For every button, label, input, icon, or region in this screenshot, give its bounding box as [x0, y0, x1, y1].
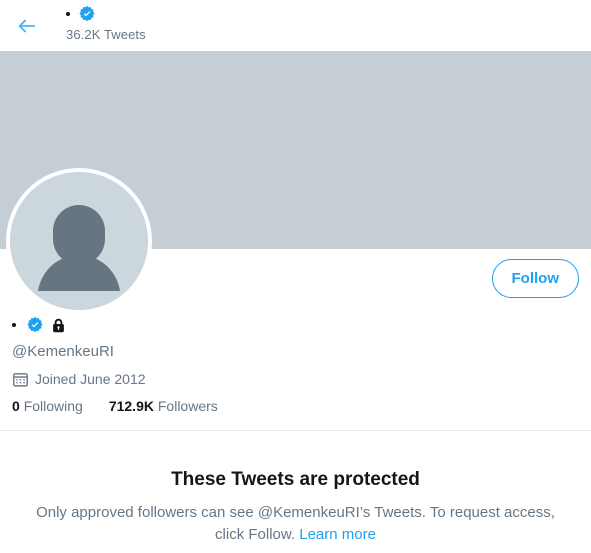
- verified-badge-icon: [26, 316, 44, 334]
- profile-handle: @KemenkeuRI: [12, 343, 114, 360]
- followers-stat[interactable]: 712.9K Followers: [109, 398, 218, 414]
- protected-notice-body: Only approved followers can see @Kemenke…: [26, 502, 566, 546]
- back-button[interactable]: [11, 10, 43, 42]
- header-name-row: [66, 4, 146, 24]
- display-name-placeholder-dot: [66, 12, 70, 16]
- profile-stats-row: 0 Following 712.9K Followers: [12, 398, 532, 414]
- avatar[interactable]: [6, 168, 152, 314]
- display-name-placeholder-dot: [12, 323, 16, 327]
- joined-date-label: Joined June 2012: [35, 371, 146, 387]
- back-arrow-icon: [16, 15, 38, 37]
- protected-notice-title: These Tweets are protected: [171, 469, 420, 490]
- joined-date-row: Joined June 2012: [12, 370, 532, 388]
- follow-button[interactable]: Follow: [491, 259, 579, 298]
- followers-count: 712.9K: [108, 398, 154, 414]
- protected-notice-text: Only approved followers can see @Kemenke…: [36, 504, 555, 543]
- calendar-icon: [12, 371, 29, 388]
- following-label: Following: [23, 398, 83, 414]
- profile-info-block: @KemenkeuRI Joined June 2012 0 Following…: [12, 314, 532, 414]
- twitter-profile-page: 36.2K Tweets Follow @KemenkeuRI Joined J…: [0, 0, 591, 553]
- followers-label: Followers: [157, 398, 218, 414]
- section-divider: [0, 430, 591, 431]
- header-title-block: 36.2K Tweets: [66, 4, 146, 41]
- following-count: 0: [12, 398, 20, 414]
- default-avatar-person-icon: [10, 172, 148, 310]
- following-stat[interactable]: 0 Following: [12, 398, 83, 414]
- protected-tweets-notice: These Tweets are protected Only approved…: [0, 468, 591, 546]
- top-header-bar: 36.2K Tweets: [0, 0, 591, 51]
- lock-icon: [50, 317, 67, 334]
- profile-name-row: [12, 314, 532, 336]
- learn-more-link[interactable]: Learn more: [299, 526, 376, 543]
- verified-badge-icon: [78, 5, 96, 23]
- avatar-image: [10, 172, 148, 310]
- header-tweet-count: 36.2K Tweets: [66, 27, 146, 42]
